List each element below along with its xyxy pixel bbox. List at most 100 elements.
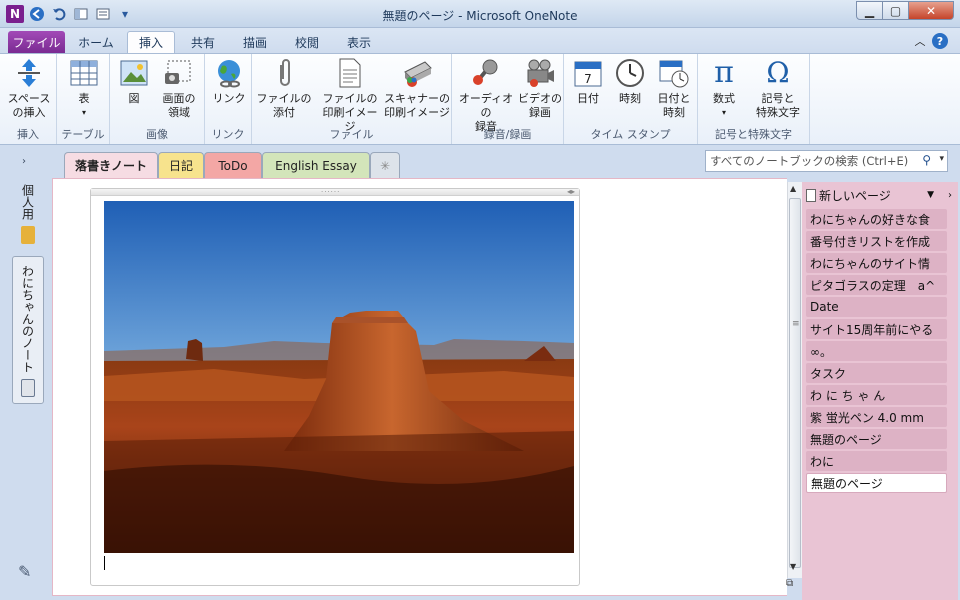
calendar-icon: 7 xyxy=(572,57,604,89)
vertical-scrollbar[interactable]: ▲ ≡ ▼ xyxy=(787,182,802,578)
help-icon[interactable]: ? xyxy=(932,33,948,49)
list-item[interactable]: 紫 蛍光ペン 4.0 mm xyxy=(806,407,947,427)
omega-icon: Ω xyxy=(766,56,790,89)
date-button[interactable]: 7 日付 xyxy=(568,57,608,106)
list-item[interactable]: 番号付きリストを作成 xyxy=(806,231,947,251)
record-audio-button[interactable]: オーディオの 録音 xyxy=(456,57,516,134)
link-button[interactable]: リンク xyxy=(209,57,249,106)
group-table: 表 ▾ テーブル xyxy=(57,54,110,144)
ribbon-tab-bar: ファイル ホーム 挿入 共有 描画 校閲 表示 ︿ ? xyxy=(0,28,960,53)
group-files: ファイルの 添付 ファイルの 印刷イメージ スキャナーの 印刷イメージ ファイル xyxy=(252,54,452,144)
table-icon xyxy=(68,57,100,89)
scanner-printout-button[interactable]: スキャナーの 印刷イメージ xyxy=(384,57,450,120)
list-item[interactable]: ピタゴラスの定理 a^ xyxy=(806,275,947,295)
paperclip-icon xyxy=(268,57,300,89)
notebook-wanichan[interactable]: わにちゃんのノート xyxy=(12,256,44,404)
expand-navigation-icon[interactable]: › xyxy=(22,156,26,167)
resize-handle-icon[interactable]: ◂▸ xyxy=(567,187,575,196)
group-insert: スペース の挿入 挿入 xyxy=(0,54,57,144)
tab-view[interactable]: 表示 xyxy=(336,31,382,53)
group-symbols: π 数式 ▾ Ω 記号と 特殊文字 記号と特殊文字 xyxy=(698,54,810,144)
list-item[interactable]: わにちゃんの好きな食 xyxy=(806,209,947,229)
clock-icon xyxy=(614,57,646,89)
minimize-icon[interactable]: ▁ xyxy=(856,1,883,20)
new-page-dropdown-icon[interactable]: ▼ xyxy=(927,190,934,200)
list-item[interactable]: 無題のページ xyxy=(806,429,947,449)
note-container-handle[interactable]: ······ ◂▸ xyxy=(91,187,579,196)
video-camera-icon xyxy=(524,57,556,89)
page-tab-resize-icon[interactable]: ⧉ xyxy=(786,578,793,589)
group-images: 図 画面の 領域 画像 xyxy=(110,54,205,144)
move-grip-icon[interactable]: ······ xyxy=(321,188,340,196)
minimize-ribbon-icon[interactable]: ︿ xyxy=(912,33,928,49)
list-item[interactable]: タスク xyxy=(806,363,947,383)
notebook-personal[interactable]: 個人用 xyxy=(12,184,44,250)
new-page-button[interactable]: 新しいページ ▼ › xyxy=(806,185,954,205)
section-tab-nikki[interactable]: 日記 xyxy=(158,152,204,178)
attach-file-button[interactable]: ファイルの 添付 xyxy=(256,57,312,120)
list-item[interactable]: わに xyxy=(806,451,947,471)
insert-space-icon xyxy=(13,57,45,89)
list-item[interactable]: わ に ち ゃ ん xyxy=(806,385,947,405)
tab-home[interactable]: ホーム xyxy=(70,31,122,53)
table-button[interactable]: 表 ▾ xyxy=(63,57,105,120)
symbol-button[interactable]: Ω 記号と 特殊文字 xyxy=(748,57,808,120)
pi-icon: π xyxy=(714,55,734,90)
time-button[interactable]: 時刻 xyxy=(610,57,650,106)
search-input[interactable]: すべてのノートブックの検索 (Ctrl+E) ⚲ ▾ xyxy=(705,150,948,172)
scroll-thumb[interactable]: ≡ xyxy=(789,198,801,568)
section-tab-todo[interactable]: ToDo xyxy=(204,152,262,178)
chevron-down-icon: ▾ xyxy=(81,108,86,117)
group-recording: オーディオの 録音 ビデオの 録画 録音/録画 xyxy=(452,54,564,144)
text-cursor xyxy=(104,556,105,570)
list-item[interactable]: ∞。 xyxy=(806,341,947,361)
collapse-page-list-icon[interactable]: › xyxy=(948,190,952,201)
chevron-down-icon: ▾ xyxy=(721,108,726,117)
grip-icon: ≡ xyxy=(792,319,800,329)
scanner-icon xyxy=(401,57,433,89)
section-tab-rakugaki[interactable]: 落書きノート xyxy=(64,152,158,178)
title-bar: N ▾ 無題のページ - Microsoft OneNote ▁ ▢ ✕ xyxy=(0,0,960,28)
notebook-navigation: 個人用 わにちゃんのノート xyxy=(0,178,48,600)
screen-clipping-icon xyxy=(163,57,195,89)
new-section-icon[interactable]: ✳ xyxy=(370,152,400,178)
tab-file[interactable]: ファイル xyxy=(8,31,65,53)
svg-text:7: 7 xyxy=(584,72,592,86)
search-icon[interactable]: ⚲ xyxy=(922,153,931,167)
tab-draw[interactable]: 描画 xyxy=(232,31,278,53)
scroll-down-icon[interactable]: ▼ xyxy=(790,562,796,571)
notebook-icon xyxy=(21,379,35,397)
desert-butte-photo[interactable] xyxy=(104,201,574,553)
list-item-selected[interactable]: 無題のページ xyxy=(806,473,947,493)
screen-clipping-button[interactable]: 画面の 領域 xyxy=(156,57,202,120)
list-item[interactable]: サイト15周年前にやる xyxy=(806,319,947,339)
group-timestamp: 7 日付 時刻 日付と 時刻 タイム スタンプ xyxy=(564,54,698,144)
ribbon: スペース の挿入 挿入 表 ▾ テーブル 図 画面の 領域 画像 リンク リンク… xyxy=(0,53,960,145)
unfiled-notes-icon[interactable]: ✎ xyxy=(18,562,31,581)
tab-insert[interactable]: 挿入 xyxy=(127,31,175,53)
group-links: リンク リンク xyxy=(205,54,252,144)
file-printout-button[interactable]: ファイルの 印刷イメージ xyxy=(318,57,382,134)
section-tab-english-essay[interactable]: English Essay xyxy=(262,152,370,178)
file-printout-icon xyxy=(334,57,366,89)
microphone-icon xyxy=(470,57,502,89)
picture-icon xyxy=(118,57,150,89)
window-controls: ▁ ▢ ✕ xyxy=(856,1,954,20)
picture-button[interactable]: 図 xyxy=(116,57,152,106)
close-icon[interactable]: ✕ xyxy=(909,1,954,20)
list-item[interactable]: わにちゃんのサイト情 xyxy=(806,253,947,273)
equation-button[interactable]: π 数式 ▾ xyxy=(702,57,746,120)
tab-share[interactable]: 共有 xyxy=(182,31,224,53)
calendar-clock-icon xyxy=(658,57,690,89)
search-scope-dropdown-icon[interactable]: ▾ xyxy=(939,154,944,164)
scroll-up-icon[interactable]: ▲ xyxy=(790,184,796,193)
tab-review[interactable]: 校閲 xyxy=(284,31,330,53)
insert-space-button[interactable]: スペース の挿入 xyxy=(4,57,54,120)
record-video-button[interactable]: ビデオの 録画 xyxy=(518,57,562,120)
new-page-icon xyxy=(806,188,816,202)
list-item[interactable]: Date xyxy=(806,297,947,317)
window-title: 無題のページ - Microsoft OneNote xyxy=(382,9,578,23)
date-and-time-button[interactable]: 日付と 時刻 xyxy=(652,57,696,120)
globe-link-icon xyxy=(213,57,245,89)
maximize-icon[interactable]: ▢ xyxy=(883,1,909,20)
